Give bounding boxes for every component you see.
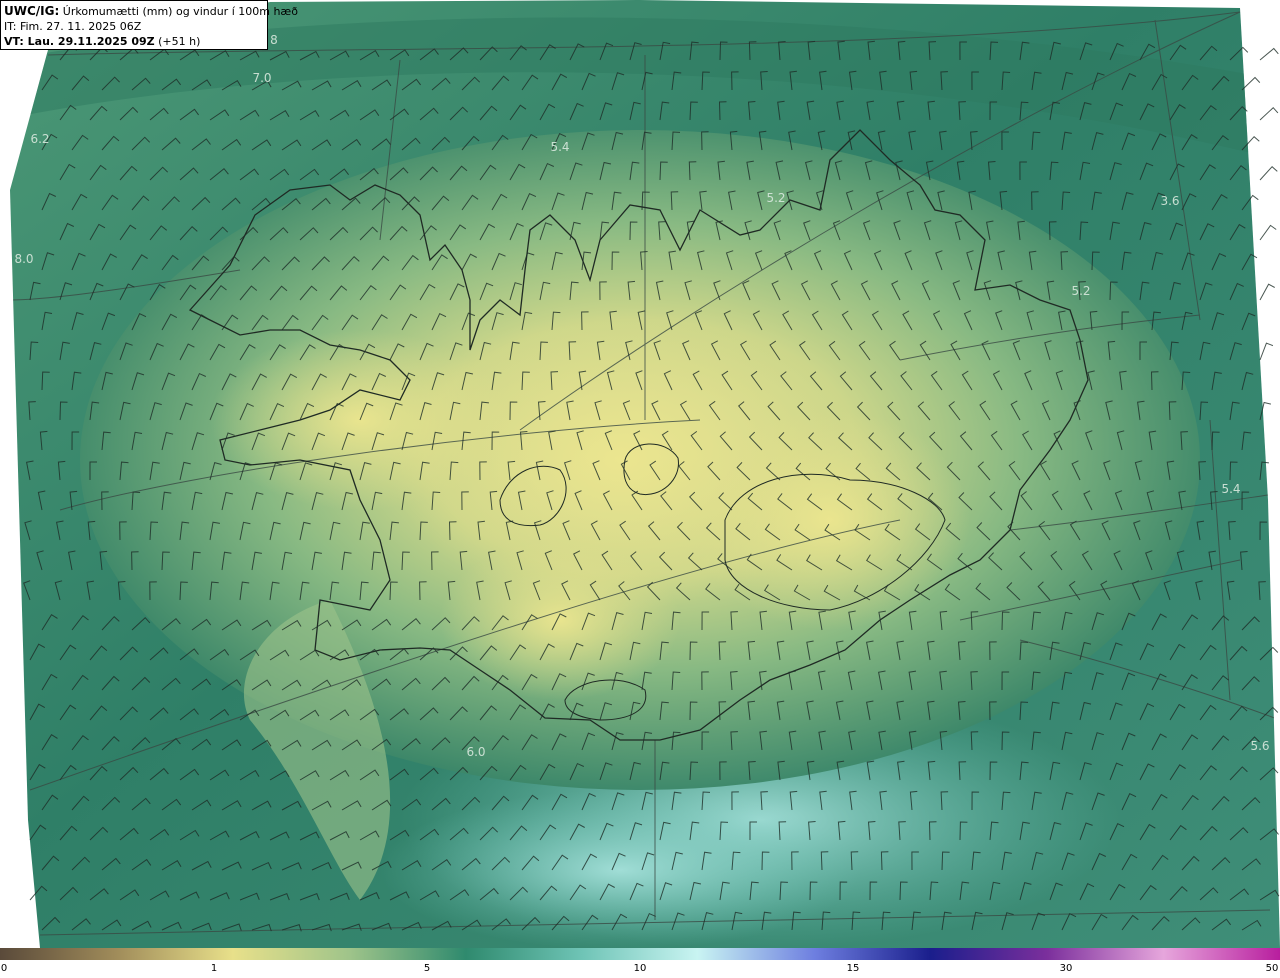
- contour-label: 3.6: [1160, 194, 1180, 208]
- colorbar: [0, 948, 1280, 960]
- forecast-hour: (+51 h): [158, 35, 201, 48]
- contour-label: 6.0: [466, 745, 486, 759]
- title-row: UWC/IG: Úrkomumætti (mm) og vindur í 100…: [4, 4, 298, 19]
- contour-label: 7.0: [252, 71, 272, 85]
- contour-label: 5.4: [1221, 482, 1241, 496]
- contour-label: 8.0: [14, 252, 34, 266]
- contour-label: 8: [270, 33, 278, 47]
- product-title: Úrkomumætti (mm) og vindur í 100m hæð: [62, 5, 298, 18]
- colorbar-tick: 1: [210, 963, 218, 974]
- colorbar-tick: 0: [0, 963, 8, 974]
- contour-label: 5.6: [1250, 739, 1270, 753]
- valid-time-row: VT: Lau. 29.11.2025 09Z (+51 h): [4, 34, 264, 49]
- contour-label: 6.2: [30, 132, 50, 146]
- colorbar-tick: 50: [1265, 963, 1279, 974]
- precipitation-wind-map: [0, 0, 1280, 948]
- map-info-box: UWC/IG: Úrkomumætti (mm) og vindur í 100…: [0, 0, 298, 50]
- colorbar-tick: 10: [633, 963, 647, 974]
- contour-label: 5.4: [550, 140, 570, 154]
- contour-label: 5.2: [1071, 284, 1091, 298]
- valid-time: VT: Lau. 29.11.2025 09Z: [4, 35, 155, 48]
- map-domain: [10, 0, 1280, 948]
- south-precip-light-2: [380, 790, 860, 948]
- contour-label: 5.2: [766, 191, 786, 205]
- colorbar-tick: 15: [846, 963, 860, 974]
- colorbar-tick: 30: [1059, 963, 1073, 974]
- init-time: IT: Fim. 27. 11. 2025 06Z: [4, 20, 142, 33]
- core-3: [690, 410, 970, 630]
- colorbar-tick: 5: [423, 963, 431, 974]
- model-label: UWC/IG:: [4, 4, 60, 18]
- colorbar-fill: [0, 948, 1280, 960]
